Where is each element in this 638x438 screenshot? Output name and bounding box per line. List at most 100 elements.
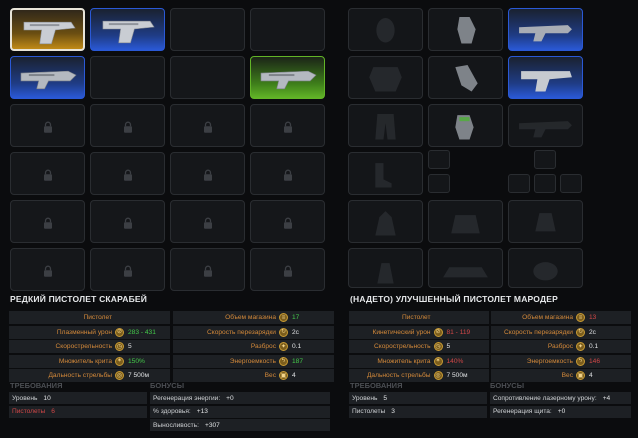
inventory-slot-locked[interactable] [170, 200, 245, 243]
stat-value: 140% [446, 357, 464, 365]
inventory-slot-locked[interactable] [250, 200, 325, 243]
equip-slot-chest[interactable] [348, 56, 423, 99]
drone-icon [535, 213, 556, 232]
stat-value: 81 - 119 [446, 328, 471, 336]
stat-name: Плазменный урон [56, 328, 113, 336]
row-value: 10 [43, 394, 51, 402]
row-value: 5 [383, 394, 388, 402]
bonuses-list: Сопротивление лазерному урону: +4 Регенера… [490, 392, 631, 419]
equip-slot-arms[interactable] [428, 56, 503, 99]
gadget-slot[interactable] [428, 174, 450, 193]
inventory-slot-selected[interactable] [10, 8, 85, 51]
stat-value: 146 [589, 357, 601, 365]
stat-value: 187 [292, 357, 304, 365]
energy-icon: ϟ [279, 356, 288, 366]
inventory-slot-locked[interactable] [10, 248, 85, 291]
inventory-slot-locked[interactable] [90, 200, 165, 243]
stat-cell: Объем магазина ≡ 13 [491, 311, 631, 324]
equip-slot-legs[interactable] [348, 104, 423, 147]
crit-icon: ✶ [115, 356, 125, 366]
inventory-slot-empty[interactable] [90, 56, 165, 99]
row-label: Пистолеты [352, 408, 386, 415]
lock-icon [202, 169, 213, 181]
stat-value: 4 [292, 372, 296, 379]
stat-name: Скорость перезарядки [503, 328, 573, 336]
lock-icon [282, 265, 293, 277]
inventory-slot-locked[interactable] [90, 104, 165, 147]
lock-icon [282, 169, 293, 181]
equip-slot-shoulders[interactable] [428, 8, 503, 51]
inventory-slot-locked[interactable] [10, 104, 85, 147]
row-value: +13 [196, 408, 208, 415]
stat-name: Кинетический урон [372, 328, 431, 336]
boots-icon [375, 163, 392, 188]
gadget-slot[interactable] [428, 150, 450, 169]
equip-slot-drone-1[interactable] [508, 200, 583, 243]
stat-value: 13 [589, 314, 597, 321]
inventory-slot-locked[interactable] [250, 248, 325, 291]
inventory-slot-locked[interactable] [250, 152, 325, 195]
equip-slot-head[interactable] [348, 8, 423, 51]
equip-slot-vehicle-1[interactable] [428, 200, 503, 243]
inventory-slot-locked[interactable] [170, 248, 245, 291]
equip-slot-companion-2[interactable] [348, 248, 423, 288]
equip-slot-vehicle-2[interactable] [428, 248, 503, 288]
inventory-slot-empty[interactable] [250, 8, 325, 51]
inventory-slot-locked[interactable] [170, 104, 245, 147]
inventory-slot-empty[interactable] [170, 56, 245, 99]
inventory-slot-empty[interactable] [170, 8, 245, 51]
row-value: 3 [391, 408, 395, 415]
equip-slot-weapon-secondary[interactable] [508, 56, 583, 99]
crit-icon: ✶ [433, 356, 443, 366]
rifle-icon [519, 121, 572, 138]
equip-slot-weapon-third[interactable] [508, 104, 583, 147]
stat-cell: Пистолет [349, 311, 489, 324]
inventory-slot-locked[interactable] [10, 200, 85, 243]
stat-value: 2с [589, 328, 596, 336]
inventory-slot-locked[interactable] [90, 248, 165, 291]
companion-icon [377, 263, 394, 284]
lock-icon [42, 121, 53, 133]
stat-name: Вес [264, 372, 276, 379]
stat-cell: Разброс ✦ 0.1 [491, 340, 631, 353]
gadget-slot[interactable] [534, 150, 556, 169]
stat-cell: Множитель крита ✶ 140% [349, 354, 489, 368]
lock-icon [202, 121, 213, 133]
magazine-icon: ≡ [576, 313, 585, 322]
equip-slot-weapon-primary[interactable] [508, 8, 583, 51]
requirements-list: Уровень 10 Пистолеты 6 [9, 392, 147, 419]
inventory-slot[interactable] [10, 56, 85, 99]
equip-slot-boots[interactable] [348, 152, 423, 195]
gadget-slot[interactable] [560, 174, 582, 193]
inventory-slot-locked[interactable] [90, 152, 165, 195]
lock-icon [122, 217, 133, 229]
stat-value: 2с [292, 328, 299, 336]
inventory-slot-locked[interactable] [10, 152, 85, 195]
vehicle-icon [443, 267, 488, 278]
stat-value: 283 - 431 [128, 328, 156, 336]
rifle-icon [259, 63, 318, 93]
equip-slot-companion-1[interactable] [348, 200, 423, 243]
stat-name: Пистолет [83, 314, 113, 321]
chest-armor-icon [369, 67, 402, 92]
drone-icon [533, 262, 558, 281]
inventory-slot-locked[interactable] [170, 152, 245, 195]
reload-icon: ↻ [576, 327, 585, 337]
item-title: РЕДКИЙ ПИСТОЛЕТ СКАРАБЕЙ [10, 294, 148, 304]
inventory-slot[interactable] [90, 8, 165, 51]
equip-slot-drone-2[interactable] [508, 248, 583, 288]
equip-slot-hands[interactable] [428, 104, 503, 147]
stat-name: Вес [561, 372, 573, 379]
stat-row: Множитель крита ✶ 150% Энергоемкость ϟ 187 [9, 354, 334, 368]
requirement-row: Пистолеты 6 [9, 405, 147, 418]
stat-name: Объем магазина [225, 314, 276, 321]
lock-icon [42, 217, 53, 229]
inventory-slot-locked[interactable] [250, 104, 325, 147]
gauntlet-icon [455, 65, 478, 92]
row-label: Пистолеты [12, 408, 46, 415]
gadget-slot[interactable] [508, 174, 530, 193]
companion-icon [375, 211, 396, 236]
gadget-slot[interactable] [534, 174, 556, 193]
bonus-row: Регенерация щита: +0 [490, 405, 631, 418]
inventory-slot[interactable] [250, 56, 325, 99]
